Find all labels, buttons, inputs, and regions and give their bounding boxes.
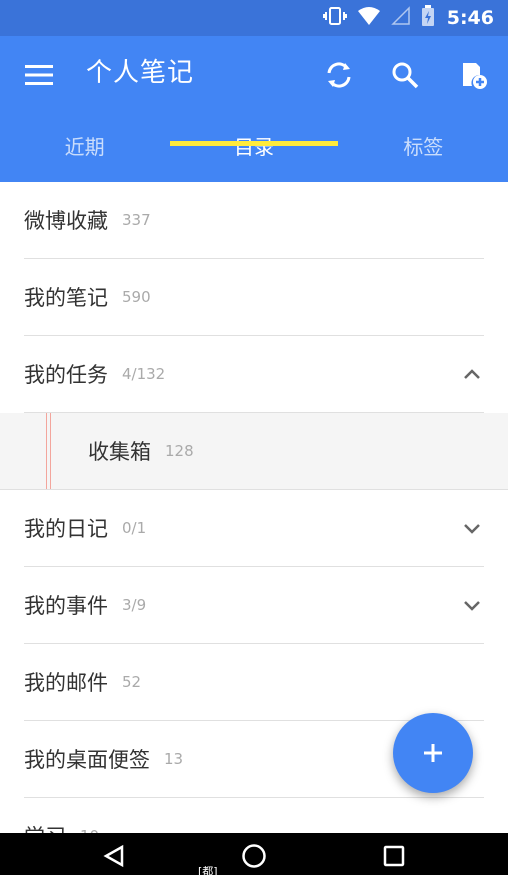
folder-name: 我的日记 (24, 517, 108, 541)
battery-charging-icon (421, 5, 435, 31)
folder-name: 我的事件 (24, 594, 108, 618)
new-note-button[interactable] (454, 56, 492, 94)
folder-count: 337 (122, 211, 151, 229)
home-button[interactable] (236, 841, 272, 871)
search-button[interactable] (386, 56, 424, 94)
search-icon (392, 62, 419, 89)
folder-count: 3/9 (122, 596, 147, 614)
add-folder-fab[interactable] (393, 713, 473, 793)
chevron-down-icon[interactable] (460, 516, 484, 540)
folder-count: 590 (122, 288, 151, 306)
ime-hint: [都] (198, 865, 218, 878)
tree-line (46, 413, 51, 489)
menu-button[interactable] (22, 58, 56, 92)
note-add-icon (463, 63, 487, 89)
folder-name: 我的笔记 (24, 286, 108, 310)
status-time: 5:46 (446, 7, 494, 29)
app-title: 个人笔记 (86, 58, 195, 88)
folder-item-notes[interactable]: 我的笔记 590 (24, 259, 484, 336)
sync-icon (327, 62, 351, 88)
wifi-icon (357, 6, 381, 30)
tab-catalog[interactable]: 目录 (169, 112, 338, 182)
folder-name: 我的任务 (24, 363, 108, 387)
folder-count: 0/1 (122, 519, 147, 537)
home-circle-icon (242, 844, 266, 868)
folder-name: 学习 (24, 821, 66, 833)
folder-item-events[interactable]: 我的事件 3/9 (24, 567, 484, 644)
recents-button[interactable] (376, 841, 412, 871)
tab-indicator (170, 141, 338, 146)
tab-recent[interactable]: 近期 (0, 112, 169, 182)
back-triangle-icon (103, 844, 124, 868)
back-button[interactable] (96, 841, 132, 871)
folder-item-diary[interactable]: 我的日记 0/1 (24, 490, 484, 567)
app-bar: 个人笔记 近期 目录 标签 (0, 36, 508, 182)
tab-bar: 近期 目录 标签 (0, 112, 508, 182)
folder-item-mail[interactable]: 我的邮件 52 (24, 644, 484, 721)
folder-name: 我的邮件 (24, 671, 108, 695)
system-nav-bar: [都] (0, 833, 508, 878)
folder-name: 微博收藏 (24, 209, 108, 233)
folder-item-study[interactable]: 学习 10 (24, 798, 484, 833)
folder-item-weibo[interactable]: 微博收藏 337 (24, 182, 484, 259)
chevron-up-icon[interactable] (460, 362, 484, 386)
plus-icon (424, 744, 442, 762)
vibrate-icon (322, 6, 347, 30)
signal-icon (390, 6, 411, 30)
folder-item-tasks[interactable]: 我的任务 4/132 (24, 336, 484, 413)
folder-count: 52 (122, 673, 142, 691)
folder-name: 我的桌面便签 (24, 748, 150, 772)
status-bar: 5:46 (0, 0, 508, 36)
hamburger-menu-icon (25, 65, 53, 85)
subfolder-name: 收集箱 (88, 440, 151, 464)
folder-count: 13 (164, 750, 184, 768)
folder-count: 4/132 (122, 365, 166, 383)
subfolder-count: 128 (165, 442, 194, 460)
tab-tags[interactable]: 标签 (339, 112, 508, 182)
recents-square-icon (383, 845, 405, 867)
subfolder-item-inbox[interactable]: 收集箱 128 (0, 413, 508, 490)
chevron-down-icon[interactable] (460, 593, 484, 617)
sync-button[interactable] (320, 56, 358, 94)
